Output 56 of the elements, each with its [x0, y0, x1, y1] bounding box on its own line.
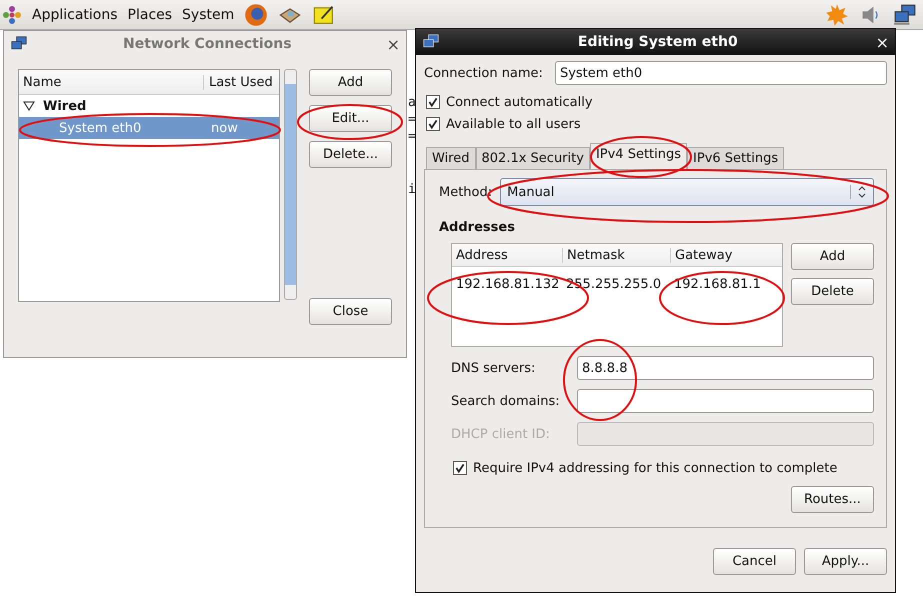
network-computers-icon: [10, 36, 28, 52]
field-label: Connection name:: [424, 66, 543, 80]
panel-menu[interactable]: Places: [128, 6, 172, 22]
background-text: =: [408, 112, 416, 127]
checkbox[interactable]: [453, 461, 467, 475]
panel-menu[interactable]: System: [182, 6, 234, 22]
window-title: Editing System eth0: [576, 34, 739, 50]
table-cell-text: 192.168.81.1: [673, 276, 762, 292]
up-down-arrows-icon: [850, 185, 867, 199]
background-text: =: [408, 129, 416, 144]
dialog-button[interactable]: Delete...: [309, 141, 392, 168]
column-header[interactable]: Gateway: [670, 248, 780, 262]
input-field[interactable]: [577, 389, 874, 413]
field-label: Search domains:: [451, 394, 561, 408]
close-button[interactable]: ×: [876, 32, 889, 52]
column-header[interactable]: Name: [19, 74, 204, 90]
expander-icon[interactable]: [23, 101, 35, 111]
column-header[interactable]: Last Used: [204, 74, 273, 90]
column-header[interactable]: Address: [452, 248, 562, 262]
network-computers-icon: [422, 34, 440, 50]
tab[interactable]: IPv6 Settings: [687, 147, 784, 169]
flower-logo-icon[interactable]: [2, 4, 22, 24]
checkbox-label: Connect automatically: [446, 94, 593, 110]
table-cell-text: 192.168.81.132: [455, 276, 560, 292]
panel-menu[interactable]: Applications: [32, 6, 118, 22]
dialog-button[interactable]: Add: [791, 243, 874, 270]
close-button[interactable]: Close: [309, 298, 392, 325]
background-text: i: [408, 182, 416, 197]
connection-name-field[interactable]: System eth0: [554, 61, 887, 85]
dialog-button[interactable]: Edit...: [309, 105, 392, 132]
scrollbar[interactable]: [284, 69, 297, 300]
column-header[interactable]: Netmask: [562, 248, 670, 262]
dialog-button[interactable]: Cancel: [713, 548, 796, 575]
close-button[interactable]: ×: [386, 34, 400, 54]
dialog-button[interactable]: Delete: [791, 278, 874, 305]
tab[interactable]: 802.1x Security: [476, 147, 590, 169]
tab[interactable]: IPv4 Settings: [590, 143, 688, 169]
window-title: Network Connections: [122, 36, 293, 52]
input-field[interactable]: 8.8.8.8: [577, 356, 874, 380]
field-label: Method:: [439, 184, 492, 200]
field-label: DHCP client ID:: [451, 426, 551, 442]
routes-button[interactable]: Routes...: [791, 486, 874, 513]
dialog-button[interactable]: Apply...: [804, 548, 887, 575]
field-label: DNS servers:: [451, 360, 536, 376]
checkbox-label: Available to all users: [446, 116, 581, 132]
group-label: Wired: [43, 98, 86, 114]
background-text: a: [408, 95, 416, 110]
network-computers-icon[interactable]: [893, 2, 917, 26]
tab[interactable]: Wired: [426, 147, 476, 169]
section-heading: Addresses: [439, 220, 516, 235]
dialog-button[interactable]: Add: [309, 69, 392, 96]
checkbox-label: Require IPv4 addressing for this connection to complete: [473, 460, 838, 476]
checkbox[interactable]: [426, 95, 440, 109]
method-dropdown[interactable]: Manual: [500, 178, 874, 206]
globe-icon[interactable]: [244, 2, 268, 26]
checkbox[interactable]: [426, 117, 440, 131]
